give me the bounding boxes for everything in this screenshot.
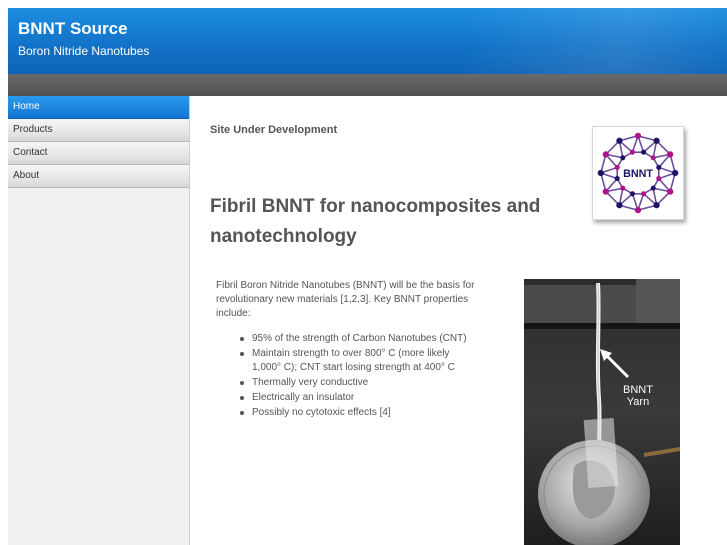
bnnt-logo: BNNT (592, 126, 684, 220)
bnnt-yarn-photo: BNNT Yarn (524, 279, 680, 545)
logo-atom (667, 151, 674, 158)
list-item: Thermally very conductive (238, 376, 478, 390)
list-item: Maintain strength to over 800° C (more l… (238, 347, 478, 375)
sidebar-item-about[interactable]: About (8, 165, 189, 188)
intro-paragraph: Fibril Boron Nitride Nanotubes (BNNT) wi… (216, 280, 475, 319)
list-item: 95% of the strength of Carbon Nanotubes … (238, 332, 478, 346)
sidebar-item-products[interactable]: Products (8, 119, 189, 142)
logo-atom (620, 155, 626, 161)
logo-atom (629, 191, 635, 197)
photo-label: BNNT Yarn (623, 384, 653, 408)
properties-list: 95% of the strength of Carbon Nanotubes … (238, 332, 478, 421)
logo-atom (650, 155, 656, 161)
site-header: BNNT Source Boron Nitride Nanotubes (8, 8, 727, 74)
list-item: Electrically an insulator (238, 391, 478, 405)
sidebar-item-home[interactable]: Home (8, 96, 189, 119)
logo-atom (602, 151, 609, 158)
main-content: Site Under Development BNNT Fibril BNNT … (190, 96, 727, 545)
logo-text: BNNT (623, 168, 653, 180)
logo-atom (650, 185, 656, 191)
logo-atom (629, 149, 635, 155)
logo-atom (641, 149, 647, 155)
logo-atom (602, 188, 609, 195)
logo-atom (672, 169, 679, 177)
logo-atom (614, 176, 620, 182)
list-item: Possibly no cytotoxic effects [4] (238, 406, 478, 420)
logo-atom (614, 164, 620, 170)
page-heading: Fibril BNNT for nanocomposites and nanot… (210, 196, 541, 247)
yarn-photo-graphic (524, 279, 680, 545)
logo-atom (634, 207, 642, 214)
logo-atom (656, 176, 662, 182)
logo-atom (653, 137, 660, 144)
logo-atom (616, 202, 623, 209)
header-divider-bar (8, 74, 727, 96)
logo-atom (656, 164, 662, 170)
logo-atom (641, 191, 647, 197)
bnnt-logo-graphic: BNNT (597, 132, 679, 214)
logo-atom (597, 169, 604, 177)
logo-atom (634, 132, 642, 139)
logo-atom (667, 188, 674, 195)
logo-atom (616, 137, 623, 144)
status-message: Site Under Development (210, 124, 338, 136)
logo-atom (653, 202, 660, 209)
sidebar-nav: Home Products Contact About (8, 96, 190, 545)
site-title[interactable]: BNNT Source (18, 19, 128, 39)
logo-atom (620, 185, 626, 191)
sidebar-item-contact[interactable]: Contact (8, 142, 189, 165)
site-subtitle: Boron Nitride Nanotubes (18, 44, 150, 58)
